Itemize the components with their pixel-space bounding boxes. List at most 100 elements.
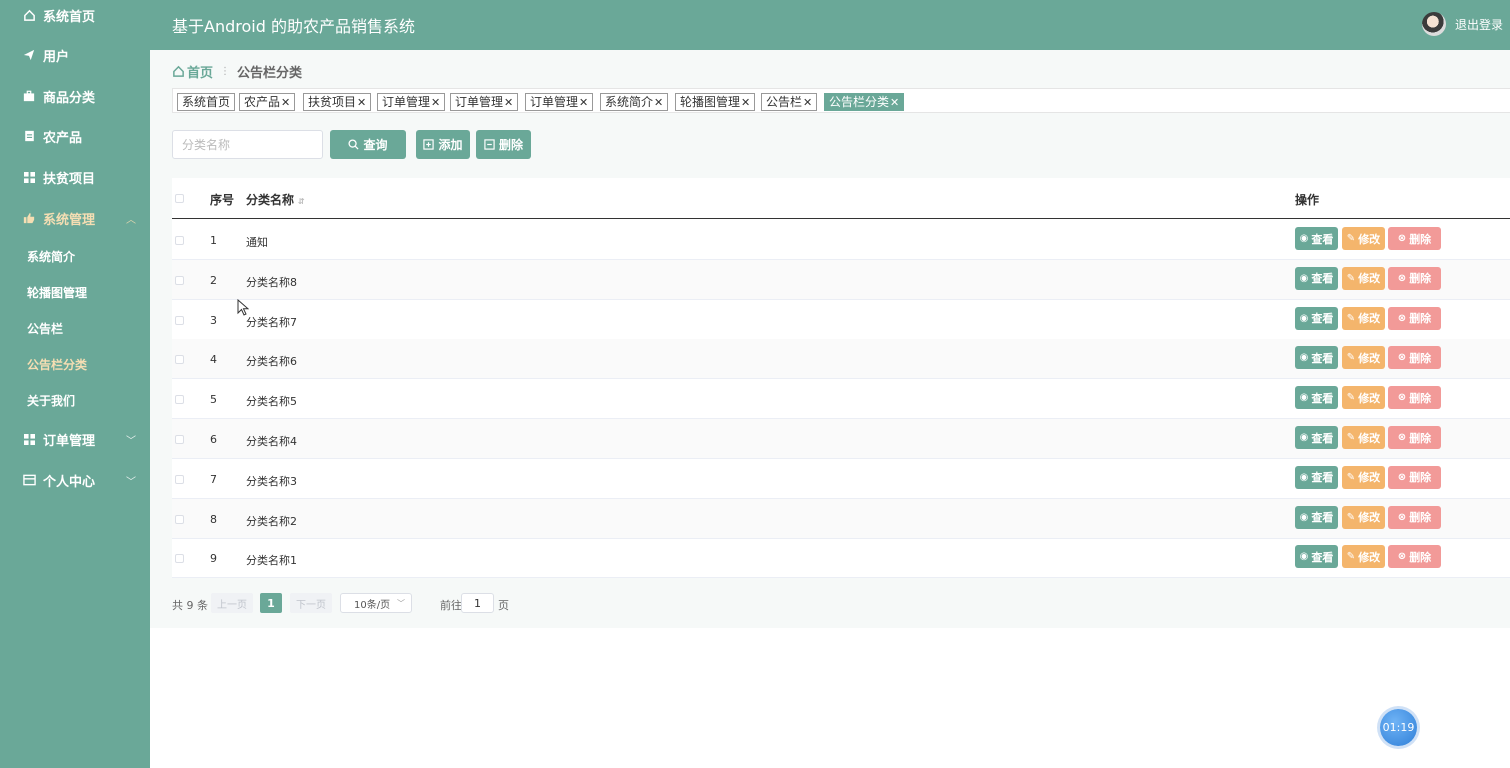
sidebar-item-goods-category[interactable]: 商品分类 <box>0 78 150 114</box>
row-checkbox[interactable] <box>175 236 184 245</box>
row-seq: 5 <box>210 393 217 407</box>
view-button-label: 查看 <box>1311 312 1334 326</box>
next-page-button[interactable]: 下一页 <box>290 593 332 613</box>
sidebar-item-home[interactable]: 系统首页 <box>0 0 150 33</box>
select-all-checkbox[interactable] <box>175 194 184 203</box>
row-checkbox[interactable] <box>175 395 184 405</box>
row-checkbox[interactable] <box>175 514 184 524</box>
breadcrumb-home[interactable]: 首页 <box>172 62 213 81</box>
delete-button[interactable]: ⊗ 删除 <box>1388 505 1441 529</box>
sidebar-item-system-management[interactable]: 系统管理 ︿ <box>0 200 150 236</box>
query-button[interactable]: 查询 <box>330 130 406 159</box>
goto-page-input[interactable] <box>461 593 494 613</box>
edit-icon: ✎ <box>1346 471 1356 483</box>
view-button[interactable]: ◉ 查看 <box>1295 505 1338 529</box>
column-header-name[interactable]: 分类名称 ⇵ <box>246 191 305 208</box>
add-button[interactable]: 添加 <box>416 130 470 159</box>
page-number-current[interactable]: 1 <box>260 593 282 613</box>
delete-button[interactable]: ⊗ 删除 <box>1388 346 1441 370</box>
tab-notice-category[interactable]: 公告栏分类✕ <box>824 93 905 111</box>
tab-system-intro[interactable]: 系统简介✕ <box>600 93 669 111</box>
edit-button[interactable]: ✎ 修改 <box>1342 426 1385 449</box>
tab-order-management[interactable]: 订单管理✕ <box>377 93 446 111</box>
sidebar-subitem-notice-category[interactable]: 公告栏分类 <box>0 349 150 379</box>
delete-button[interactable]: ⊗ 删除 <box>1388 545 1441 569</box>
sidebar-subitem-carousel[interactable]: 轮播图管理 <box>0 277 150 307</box>
tab-carousel[interactable]: 轮播图管理✕ <box>675 93 756 111</box>
edit-icon: ✎ <box>1346 511 1356 523</box>
sort-icon[interactable]: ⇵ <box>298 197 305 206</box>
delete-button[interactable]: ⊗ 删除 <box>1388 227 1441 250</box>
tab-produce[interactable]: 农产品✕ <box>239 93 296 111</box>
avatar[interactable] <box>1422 12 1446 36</box>
logout-button[interactable]: 退出登录 <box>1455 16 1503 33</box>
sidebar-subitem-intro[interactable]: 系统简介 <box>0 241 150 271</box>
close-circle-icon: ⊗ <box>1397 233 1407 244</box>
view-button[interactable]: ◉ 查看 <box>1295 426 1338 449</box>
view-button[interactable]: ◉ 查看 <box>1295 465 1338 489</box>
tab-order-management[interactable]: 订单管理✕ <box>450 93 519 111</box>
view-button[interactable]: ◉ 查看 <box>1295 306 1338 330</box>
row-checkbox[interactable] <box>175 554 184 564</box>
sidebar-subitem-about[interactable]: 关于我们 <box>0 385 150 415</box>
close-circle-icon: ⊗ <box>1397 432 1407 443</box>
sidebar-item-produce[interactable]: 农产品 <box>0 118 150 154</box>
view-button[interactable]: ◉ 查看 <box>1295 266 1338 290</box>
sidebar-item-poverty-project[interactable]: 扶贫项目 <box>0 159 150 195</box>
tab-order-management[interactable]: 订单管理✕ <box>525 93 594 111</box>
timer-badge[interactable]: 01:19 <box>1380 709 1417 746</box>
edit-button[interactable]: ✎ 修改 <box>1342 505 1385 529</box>
table-row: 1 通知 ◉ 查看 ✎ 修改 ⊗ 删除 <box>172 220 1510 260</box>
view-button[interactable]: ◉ 查看 <box>1295 346 1338 370</box>
edit-button[interactable]: ✎ 修改 <box>1342 266 1385 290</box>
delete-button[interactable]: ⊗ 删除 <box>1388 306 1441 330</box>
close-icon[interactable]: ✕ <box>357 96 366 109</box>
close-icon[interactable]: ✕ <box>431 96 440 109</box>
edit-button[interactable]: ✎ 修改 <box>1342 306 1385 330</box>
page-size-select[interactable]: 10条/页 ﹀ <box>340 593 412 613</box>
sidebar-item-label: 扶贫项目 <box>43 171 96 187</box>
row-checkbox[interactable] <box>175 315 184 325</box>
sidebar-item-personal-center[interactable]: 个人中心 ﹀ <box>0 462 150 498</box>
close-icon[interactable]: ✕ <box>654 96 663 109</box>
edit-button[interactable]: ✎ 修改 <box>1342 465 1385 489</box>
delete-button[interactable]: ⊗ 删除 <box>1388 266 1441 290</box>
delete-button[interactable]: ⊗ 删除 <box>1388 386 1441 410</box>
delete-button-label: 删除 <box>1409 511 1432 525</box>
row-checkbox[interactable] <box>175 275 184 285</box>
goto-label: 前往 <box>440 599 462 612</box>
tab-notice[interactable]: 公告栏✕ <box>761 93 818 111</box>
sidebar-subitem-label: 系统简介 <box>27 249 76 264</box>
batch-delete-button[interactable]: 删除 <box>476 130 531 159</box>
row-checkbox[interactable] <box>175 435 184 444</box>
close-icon[interactable]: ✕ <box>504 96 513 109</box>
delete-button[interactable]: ⊗ 删除 <box>1388 465 1441 489</box>
sidebar-item-order-management[interactable]: 订单管理 ﹀ <box>0 421 150 457</box>
row-category-name: 分类名称1 <box>246 554 297 568</box>
tab-home[interactable]: 系统首页 <box>177 93 236 111</box>
sidebar-subitem-notice[interactable]: 公告栏 <box>0 313 150 343</box>
edit-button[interactable]: ✎ 修改 <box>1342 545 1385 569</box>
close-icon[interactable]: ✕ <box>579 96 588 109</box>
edit-button[interactable]: ✎ 修改 <box>1342 227 1385 250</box>
tab-poverty-project[interactable]: 扶贫项目✕ <box>303 93 372 111</box>
row-checkbox[interactable] <box>175 355 184 365</box>
row-seq: 2 <box>210 273 217 287</box>
edit-button-label: 修改 <box>1358 232 1381 246</box>
close-icon[interactable]: ✕ <box>281 96 290 109</box>
edit-button[interactable]: ✎ 修改 <box>1342 386 1385 410</box>
sidebar-item-user[interactable]: 用户 <box>0 37 150 73</box>
row-checkbox[interactable] <box>175 474 184 484</box>
view-button[interactable]: ◉ 查看 <box>1295 227 1338 250</box>
close-icon[interactable]: ✕ <box>890 96 899 109</box>
delete-button-label: 删除 <box>1409 232 1432 246</box>
delete-button[interactable]: ⊗ 删除 <box>1388 426 1441 449</box>
close-icon[interactable]: ✕ <box>741 96 750 109</box>
close-icon[interactable]: ✕ <box>803 96 812 109</box>
view-button[interactable]: ◉ 查看 <box>1295 386 1338 410</box>
edit-button[interactable]: ✎ 修改 <box>1342 346 1385 370</box>
view-button[interactable]: ◉ 查看 <box>1295 545 1338 569</box>
category-name-input[interactable] <box>172 130 323 159</box>
eye-icon: ◉ <box>1299 432 1309 443</box>
prev-page-button[interactable]: 上一页 <box>211 593 253 613</box>
